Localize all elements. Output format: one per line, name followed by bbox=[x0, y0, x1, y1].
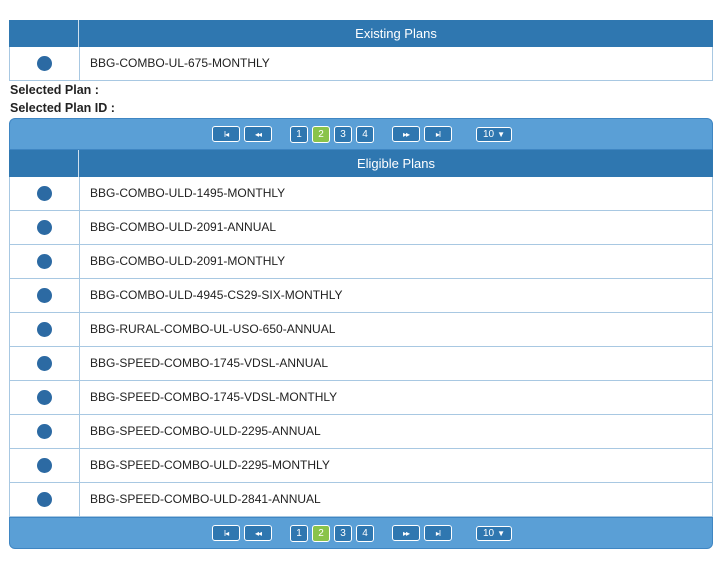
last-page-button[interactable]: ▸I bbox=[424, 126, 452, 142]
plan-radio[interactable] bbox=[37, 356, 52, 371]
page-size-select[interactable]: 10 ▼ bbox=[476, 126, 512, 142]
existing-plans-title: Existing Plans bbox=[355, 26, 437, 41]
radio-column-header bbox=[9, 20, 79, 47]
plan-name: BBG-RURAL-COMBO-UL-USO-650-ANNUAL bbox=[90, 322, 336, 336]
plan-name: BBG-COMBO-ULD-4945-CS29-SIX-MONTHLY bbox=[90, 288, 343, 302]
table-row: BBG-SPEED-COMBO-ULD-2295-MONTHLY bbox=[9, 449, 713, 483]
plan-radio[interactable] bbox=[37, 390, 52, 405]
page-size-value: 10 bbox=[482, 128, 495, 140]
page-size-value: 10 bbox=[482, 527, 495, 539]
plan-name: BBG-SPEED-COMBO-ULD-2295-MONTHLY bbox=[90, 458, 330, 472]
table-row: BBG-SPEED-COMBO-1745-VDSL-ANNUAL bbox=[9, 347, 713, 381]
prev-page-button[interactable]: ◂◂ bbox=[244, 525, 272, 541]
plan-name: BBG-COMBO-UL-675-MONTHLY bbox=[90, 56, 270, 70]
pager-bottom: I◂ ◂◂ 1 2 3 4 ▸▸ ▸I 10 ▼ bbox=[9, 517, 713, 549]
plan-radio[interactable] bbox=[37, 424, 52, 439]
pager-top: I◂ ◂◂ 1 2 3 4 ▸▸ ▸I 10 ▼ bbox=[9, 118, 713, 150]
existing-plans-header: Existing Plans bbox=[9, 20, 713, 47]
page-1-button[interactable]: 1 bbox=[290, 125, 308, 143]
existing-plans-table: Existing Plans BBG-COMBO-UL-675-MONTHLY bbox=[9, 20, 713, 81]
table-row: BBG-COMBO-ULD-2091-MONTHLY bbox=[9, 245, 713, 279]
page-3-button[interactable]: 3 bbox=[334, 524, 352, 542]
eligible-plans-title: Eligible Plans bbox=[356, 156, 436, 171]
first-page-button[interactable]: I◂ bbox=[212, 126, 240, 142]
plan-name: BBG-COMBO-ULD-1495-MONTHLY bbox=[90, 186, 286, 200]
prev-page-button[interactable]: ◂◂ bbox=[244, 126, 272, 142]
selected-plan-label: Selected Plan : bbox=[10, 83, 99, 97]
chevron-down-icon: ▼ bbox=[497, 129, 506, 139]
page-2-button[interactable]: 2 bbox=[312, 524, 330, 542]
plan-name: BBG-SPEED-COMBO-ULD-2295-ANNUAL bbox=[90, 424, 321, 438]
table-row: BBG-COMBO-ULD-1495-MONTHLY bbox=[9, 177, 713, 211]
plan-radio[interactable] bbox=[37, 56, 52, 71]
page-1-button[interactable]: 1 bbox=[290, 524, 308, 542]
table-row: BBG-SPEED-COMBO-1745-VDSL-MONTHLY bbox=[9, 381, 713, 415]
next-page-button[interactable]: ▸▸ bbox=[392, 126, 420, 142]
plan-name: BBG-SPEED-COMBO-1745-VDSL-MONTHLY bbox=[90, 390, 338, 404]
first-page-button[interactable]: I◂ bbox=[212, 525, 240, 541]
page-4-button[interactable]: 4 bbox=[356, 125, 374, 143]
plan-name: BBG-COMBO-ULD-2091-ANNUAL bbox=[90, 220, 277, 234]
table-row: BBG-COMBO-ULD-4945-CS29-SIX-MONTHLY bbox=[9, 279, 713, 313]
plan-radio[interactable] bbox=[37, 288, 52, 303]
plan-radio[interactable] bbox=[37, 186, 52, 201]
plan-radio[interactable] bbox=[37, 254, 52, 269]
page-4-button[interactable]: 4 bbox=[356, 524, 374, 542]
plan-radio[interactable] bbox=[37, 220, 52, 235]
selected-plan-id-label: Selected Plan ID : bbox=[10, 101, 115, 115]
page-3-button[interactable]: 3 bbox=[334, 125, 352, 143]
page-2-button[interactable]: 2 bbox=[312, 125, 330, 143]
eligible-plans-table: I◂ ◂◂ 1 2 3 4 ▸▸ ▸I 10 ▼ Eligible Plans … bbox=[9, 118, 713, 549]
plan-radio[interactable] bbox=[37, 322, 52, 337]
plan-name: BBG-SPEED-COMBO-1745-VDSL-ANNUAL bbox=[90, 356, 329, 370]
eligible-plans-header: Eligible Plans bbox=[9, 150, 713, 177]
plan-name: BBG-COMBO-ULD-2091-MONTHLY bbox=[90, 254, 286, 268]
chevron-down-icon: ▼ bbox=[497, 528, 506, 538]
plan-radio[interactable] bbox=[37, 458, 52, 473]
plan-name: BBG-SPEED-COMBO-ULD-2841-ANNUAL bbox=[90, 492, 321, 506]
table-row: BBG-RURAL-COMBO-UL-USO-650-ANNUAL bbox=[9, 313, 713, 347]
table-row: BBG-COMBO-UL-675-MONTHLY bbox=[9, 47, 713, 81]
plan-radio[interactable] bbox=[37, 492, 52, 507]
table-row: BBG-COMBO-ULD-2091-ANNUAL bbox=[9, 211, 713, 245]
radio-column-header bbox=[9, 150, 79, 177]
page-size-select[interactable]: 10 ▼ bbox=[476, 525, 512, 541]
table-row: BBG-SPEED-COMBO-ULD-2295-ANNUAL bbox=[9, 415, 713, 449]
next-page-button[interactable]: ▸▸ bbox=[392, 525, 420, 541]
table-row: BBG-SPEED-COMBO-ULD-2841-ANNUAL bbox=[9, 483, 713, 517]
last-page-button[interactable]: ▸I bbox=[424, 525, 452, 541]
